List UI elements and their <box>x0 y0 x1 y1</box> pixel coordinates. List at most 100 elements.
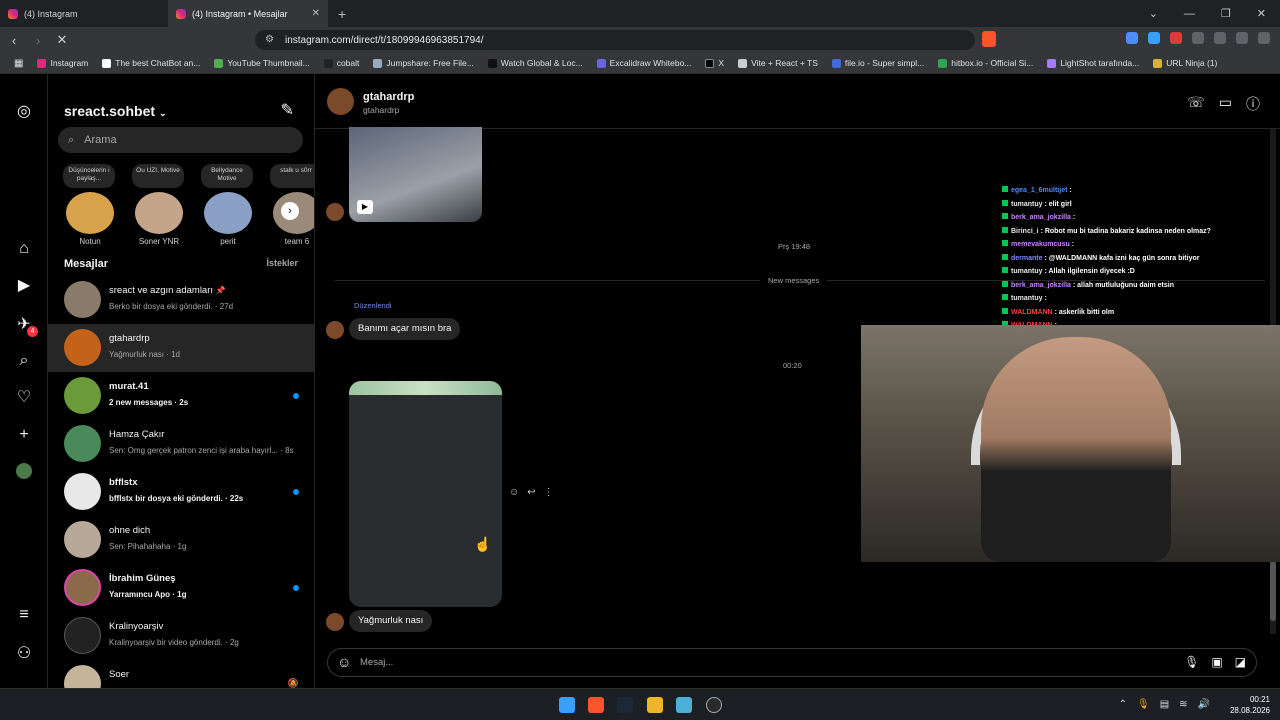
conversation-item[interactable]: bfflstx bfflstx bir dosya eki gönderdi. … <box>48 468 314 516</box>
chevron-up-icon[interactable]: ⌃ <box>1119 699 1127 710</box>
bookmark-favicon-icon <box>323 58 333 68</box>
react-emoji-icon[interactable]: ☺ <box>509 487 519 498</box>
forward-button[interactable]: › <box>28 33 48 48</box>
conversation-preview: Yağmurluk nası · 1d <box>109 350 180 359</box>
messages-icon[interactable]: ✈ 4 <box>14 315 38 337</box>
media-attachment[interactable]: ▶ <box>349 127 482 222</box>
bookmark-item[interactable]: URL Ninja (1) <box>1153 58 1217 68</box>
conversation-preview: bfflstx bir dosya eki gönderdi. · 22s <box>109 494 244 503</box>
search-icon[interactable]: ⌕ <box>14 351 34 371</box>
media-attachment[interactable] <box>349 381 502 607</box>
bookmark-item[interactable]: X <box>705 58 724 68</box>
bookmark-item[interactable]: file.io - Super simpl... <box>831 58 924 68</box>
conversation-item[interactable]: İbrahim Güneş Yarramıncu Apo · 1g <box>48 564 314 612</box>
conversation-item[interactable]: murat.41 2 new messages · 2s <box>48 372 314 420</box>
create-icon[interactable]: + <box>14 425 34 445</box>
scrollbar-thumb[interactable] <box>1270 561 1276 621</box>
conversation-item[interactable]: sreact ve azgın adamları 📌 Berko bir dos… <box>48 276 314 324</box>
compose-icon[interactable]: ✎ <box>281 100 294 120</box>
bookmark-item[interactable]: Instagram <box>37 58 88 68</box>
bookmark-item[interactable]: Excalidraw Whitebo... <box>596 58 691 68</box>
message-bubble[interactable]: Yağmurluk nası <box>349 610 433 632</box>
menu-icon[interactable] <box>1258 32 1270 44</box>
chat-username: berk_ama_jokzilla <box>1011 214 1071 221</box>
video-call-icon[interactable]: ▭ <box>1219 94 1232 114</box>
extension-icon[interactable] <box>1170 32 1182 44</box>
extension-icon[interactable] <box>1236 32 1248 44</box>
tab-instagram[interactable]: (4) Instagram <box>0 0 168 27</box>
bookmark-item[interactable]: YouTube Thumbnail... <box>214 58 310 68</box>
chat-badge-icon <box>1002 294 1008 300</box>
wifi-icon[interactable]: ≋ <box>1179 699 1187 710</box>
emoji-icon[interactable]: ☺ <box>337 654 351 670</box>
extension-icon[interactable] <box>1126 32 1138 44</box>
tab-list-icon[interactable]: ⌄ <box>1149 7 1158 20</box>
extension-icon[interactable] <box>1214 32 1226 44</box>
home-icon[interactable]: ⌂ <box>14 239 34 259</box>
extension-icon[interactable] <box>1148 32 1160 44</box>
more-options-icon[interactable]: ⋮ <box>544 487 554 498</box>
clock[interactable]: 00:21 28.08.2026 <box>1230 694 1270 716</box>
volume-icon[interactable]: 🔊 <box>1198 699 1210 710</box>
bookmark-favicon-icon <box>373 58 383 68</box>
stream-chat-line: egea_1_6multijet : <box>1002 184 1260 198</box>
info-icon[interactable]: ⓘ <box>1246 94 1260 114</box>
image-icon[interactable]: ▣ <box>1211 655 1222 669</box>
apps-grid-icon[interactable]: ▦ <box>14 58 23 69</box>
chevron-right-icon[interactable]: › <box>281 202 299 220</box>
heart-icon[interactable]: ♡ <box>14 388 34 408</box>
tab-instagram-messages[interactable]: (4) Instagram • Mesajlar ✕ <box>168 0 328 27</box>
bookmark-item[interactable]: Jumpshare: Free File... <box>373 58 474 68</box>
microphone-icon[interactable]: 🎙 <box>1137 699 1150 710</box>
maximize-button[interactable]: ❐ <box>1221 7 1231 20</box>
sticker-icon[interactable]: ◪ <box>1235 655 1246 669</box>
minimize-button[interactable]: — <box>1184 8 1195 20</box>
close-tab-icon[interactable]: ✕ <box>312 8 320 19</box>
bookmark-item[interactable]: The best ChatBot an... <box>102 58 200 68</box>
reply-icon[interactable]: ↩ <box>527 487 535 498</box>
bookmark-item[interactable]: Watch Global & Loc... <box>487 58 583 68</box>
clock-time: 00:21 <box>1249 695 1270 704</box>
profile-avatar[interactable] <box>16 463 32 479</box>
phone-icon[interactable]: ☏ <box>1187 94 1205 114</box>
site-info-icon[interactable]: ⚙ <box>265 34 274 45</box>
message-bubble[interactable]: Banımı açar mısın bra <box>349 318 461 340</box>
message-input[interactable]: ☺ Mesaj... 🎙 ▣ ◪ <box>327 648 1257 677</box>
bookmark-item[interactable]: Vite + React + TS <box>738 58 818 68</box>
account-switcher[interactable]: sreact.sohbet ⌄ <box>64 103 166 119</box>
reload-button[interactable]: ✕ <box>52 32 72 48</box>
close-window-button[interactable]: ✕ <box>1257 7 1266 20</box>
bookmark-item[interactable]: hitbox.io - Official Si... <box>938 58 1033 68</box>
network-icon[interactable]: ▤ <box>1160 699 1169 710</box>
extension-icon[interactable] <box>1192 32 1204 44</box>
url-field[interactable]: ⚙ instagram.com/direct/t/180999469638517… <box>255 30 975 50</box>
bookmark-item[interactable]: cobalt <box>323 58 359 68</box>
file-explorer-icon[interactable] <box>647 697 663 713</box>
obs-icon[interactable] <box>706 697 722 713</box>
chat-badge-icon <box>1002 226 1008 233</box>
requests-link[interactable]: İstekler <box>266 258 298 268</box>
back-button[interactable]: ‹ <box>4 33 24 48</box>
bookmark-item[interactable]: LightShot tarafında... <box>1047 58 1139 68</box>
chat-title[interactable]: gtahardrp <box>363 91 414 103</box>
conversation-item[interactable]: Kralinyoarşiv Kralinyoarşiv bir video gö… <box>48 612 314 660</box>
search-input[interactable]: ⌕ Arama <box>58 127 303 153</box>
brave-shields-icon[interactable] <box>982 31 996 47</box>
conversation-item[interactable]: Soer 🔕 <box>48 660 314 688</box>
brave-browser-icon[interactable] <box>588 697 604 713</box>
bookmark-favicon-icon <box>1153 58 1163 68</box>
avatar[interactable] <box>327 88 354 115</box>
conversation-item[interactable]: ohne dich Sen: Pihahahaha · 1g <box>48 516 314 564</box>
app-icon[interactable] <box>676 697 692 713</box>
conversation-item[interactable]: Hamza Çakır Sen: Omg gerçek patron zenci… <box>48 420 314 468</box>
meta-icon[interactable]: ⚇ <box>14 644 34 664</box>
reels-icon[interactable]: ▶ <box>14 276 34 296</box>
steam-icon[interactable] <box>617 697 633 713</box>
microphone-icon[interactable]: 🎙 <box>1184 655 1199 669</box>
windows-start-icon[interactable] <box>559 697 575 713</box>
instagram-logo-icon[interactable]: ◎ <box>14 102 34 122</box>
new-tab-button[interactable]: + <box>338 6 346 22</box>
conversation-item[interactable]: gtahardrp Yağmurluk nası · 1d <box>48 324 314 372</box>
more-menu-icon[interactable]: ≡ <box>14 605 34 625</box>
streamer <box>981 337 1171 562</box>
